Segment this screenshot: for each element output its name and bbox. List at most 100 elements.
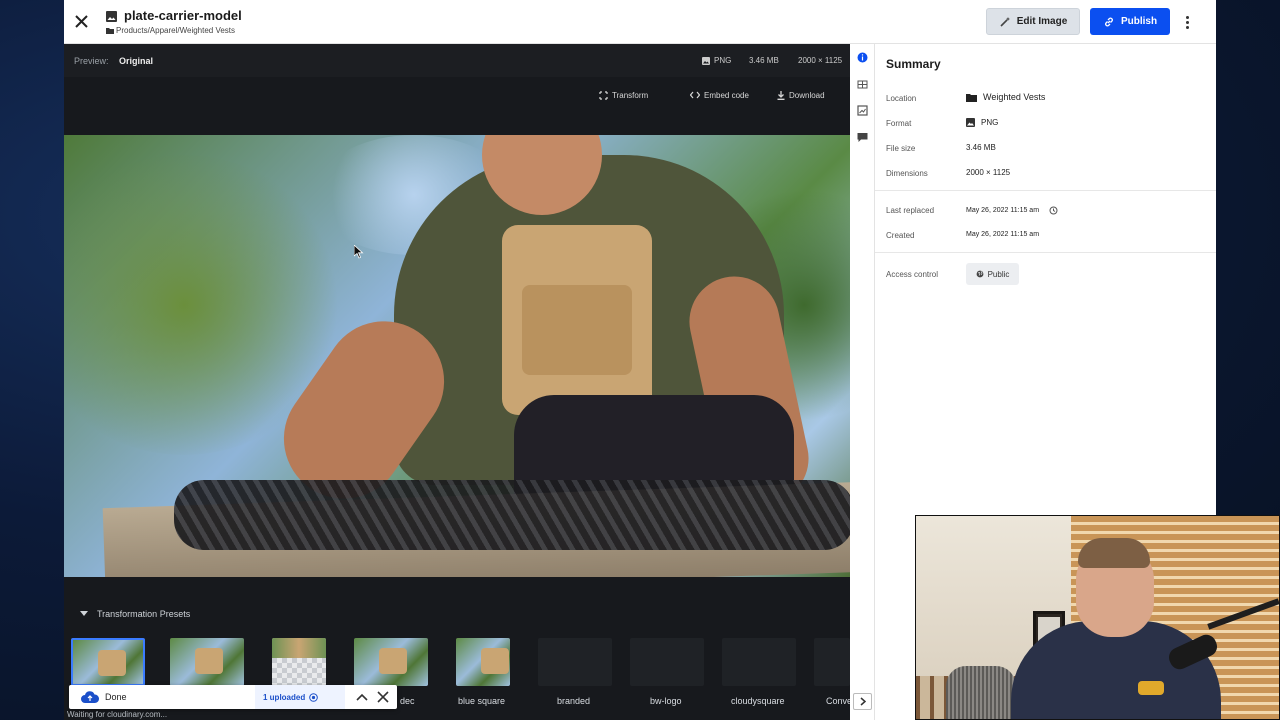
chevron-right-icon — [860, 697, 866, 706]
presets-title: Transformation Presets — [97, 609, 191, 619]
embed-code-label: Embed code — [704, 90, 749, 100]
photo-rope — [174, 480, 850, 550]
asset-title: plate-carrier-model — [124, 8, 242, 23]
preview-mode[interactable]: Original — [119, 56, 153, 66]
comments-tab-icon[interactable] — [856, 131, 869, 144]
edit-image-button[interactable]: Edit Image — [986, 8, 1080, 35]
cloud-upload-icon — [81, 691, 99, 703]
format-value: PNG — [966, 118, 998, 127]
section-divider — [875, 252, 1216, 253]
webcam-overlay — [915, 515, 1280, 720]
access-control-value: Public — [987, 269, 1010, 279]
webcam-shirt-logo — [1138, 681, 1164, 695]
close-icon — [74, 14, 88, 28]
preset-thumbnail[interactable] — [354, 638, 428, 686]
format-text: PNG — [981, 118, 999, 127]
webcam-chair — [946, 666, 1016, 719]
preset-label: blue square — [458, 696, 506, 706]
caret-down-icon — [80, 611, 88, 616]
created-label: Created — [886, 231, 915, 240]
upload-status: Done — [105, 692, 127, 702]
header-bar: plate-carrier-model Products/Apparel/Wei… — [64, 0, 1216, 44]
metadata-tab-icon[interactable] — [856, 78, 869, 91]
preset-thumbnail[interactable] — [814, 638, 850, 686]
webcam-person-hair — [1078, 538, 1150, 568]
access-control-badge[interactable]: Public — [966, 263, 1019, 285]
download-button[interactable]: Download — [777, 87, 825, 103]
code-icon — [690, 91, 700, 99]
asset-preview-image[interactable] — [64, 135, 850, 577]
more-dot-icon — [1185, 15, 1189, 19]
preview-panel: Preview: Original PNG 3.46 MB 2000 × 112… — [64, 44, 853, 720]
meta-format: PNG — [702, 56, 731, 65]
side-tab-strip — [850, 44, 875, 720]
image-icon — [966, 118, 975, 127]
publish-label: Publish — [1120, 16, 1158, 27]
preset-preview — [73, 640, 143, 684]
filesize-label: File size — [886, 144, 916, 153]
close-button[interactable] — [70, 10, 92, 32]
last-replaced-label: Last replaced — [886, 206, 935, 215]
edit-image-label: Edit Image — [1016, 16, 1068, 27]
browser-status-text: Waiting for cloudinary.com... — [67, 710, 168, 719]
more-options-button[interactable] — [1180, 12, 1194, 32]
preset-preview — [272, 638, 326, 658]
filesize-value: 3.46 MB — [966, 143, 996, 152]
dimensions-value: 2000 × 1125 — [966, 168, 1011, 177]
preset-thumbnail[interactable] — [71, 638, 145, 686]
image-icon — [702, 56, 710, 65]
preview-label: Preview: — [74, 56, 109, 66]
preset-thumbnail[interactable] — [456, 638, 510, 686]
folder-icon — [106, 28, 114, 34]
summary-title: Summary — [886, 57, 941, 71]
embed-code-button[interactable]: Embed code — [690, 87, 749, 103]
globe-icon — [976, 270, 983, 278]
preset-preview — [354, 638, 428, 686]
mouse-cursor-icon — [354, 245, 364, 259]
close-icon[interactable] — [377, 691, 389, 703]
preset-thumbnail[interactable] — [170, 638, 244, 686]
location-value[interactable]: Weighted Vests — [966, 92, 1045, 102]
preset-thumbnail[interactable] — [538, 638, 612, 686]
crop-icon — [599, 90, 608, 100]
access-control-label: Access control — [886, 270, 939, 279]
info-tab-icon[interactable] — [856, 51, 869, 64]
analysis-tab-icon[interactable] — [856, 104, 869, 117]
upload-count[interactable]: 1 uploaded — [255, 685, 345, 709]
upload-count-label: 1 uploaded — [263, 692, 306, 702]
dimensions-label: Dimensions — [886, 169, 928, 178]
more-dot-icon — [1185, 25, 1189, 29]
image-icon — [106, 11, 117, 22]
preset-thumbnail[interactable] — [722, 638, 796, 686]
last-replaced-value: May 26, 2022 11:15 am — [966, 206, 1058, 215]
info-icon — [309, 692, 319, 702]
section-divider — [875, 190, 1216, 191]
link-icon — [1104, 17, 1113, 26]
preset-preview — [456, 638, 510, 686]
breadcrumb[interactable]: Products/Apparel/Weighted Vests — [116, 26, 235, 35]
preset-thumbnail[interactable] — [630, 638, 704, 686]
next-button[interactable] — [853, 693, 872, 710]
magic-wand-icon — [1000, 16, 1010, 27]
presets-header[interactable]: Transformation Presets — [64, 604, 850, 626]
meta-size: 3.46 MB — [749, 56, 779, 65]
preset-label: bw-logo — [650, 696, 682, 706]
history-icon[interactable] — [1049, 206, 1058, 215]
preset-label: branded — [557, 696, 591, 706]
preset-thumbnail[interactable] — [272, 638, 326, 686]
location-label: Location — [886, 94, 917, 103]
preset-label: dec — [400, 696, 415, 706]
meta-format-value: PNG — [714, 56, 732, 65]
publish-button[interactable]: Publish — [1090, 8, 1170, 35]
transform-label: Transform — [612, 90, 649, 100]
last-replaced-text: May 26, 2022 11:15 am — [966, 207, 1040, 214]
photo-vest-panel — [522, 285, 632, 375]
chevron-up-icon[interactable] — [356, 692, 368, 702]
location-text: Weighted Vests — [983, 92, 1046, 102]
preset-label: Conve — [826, 696, 853, 706]
created-value: May 26, 2022 11:15 am — [966, 231, 1040, 238]
transform-button[interactable]: Transform — [599, 87, 648, 103]
preset-preview — [170, 638, 244, 686]
more-dot-icon — [1185, 20, 1189, 24]
meta-dimensions: 2000 × 1125 — [798, 56, 843, 65]
